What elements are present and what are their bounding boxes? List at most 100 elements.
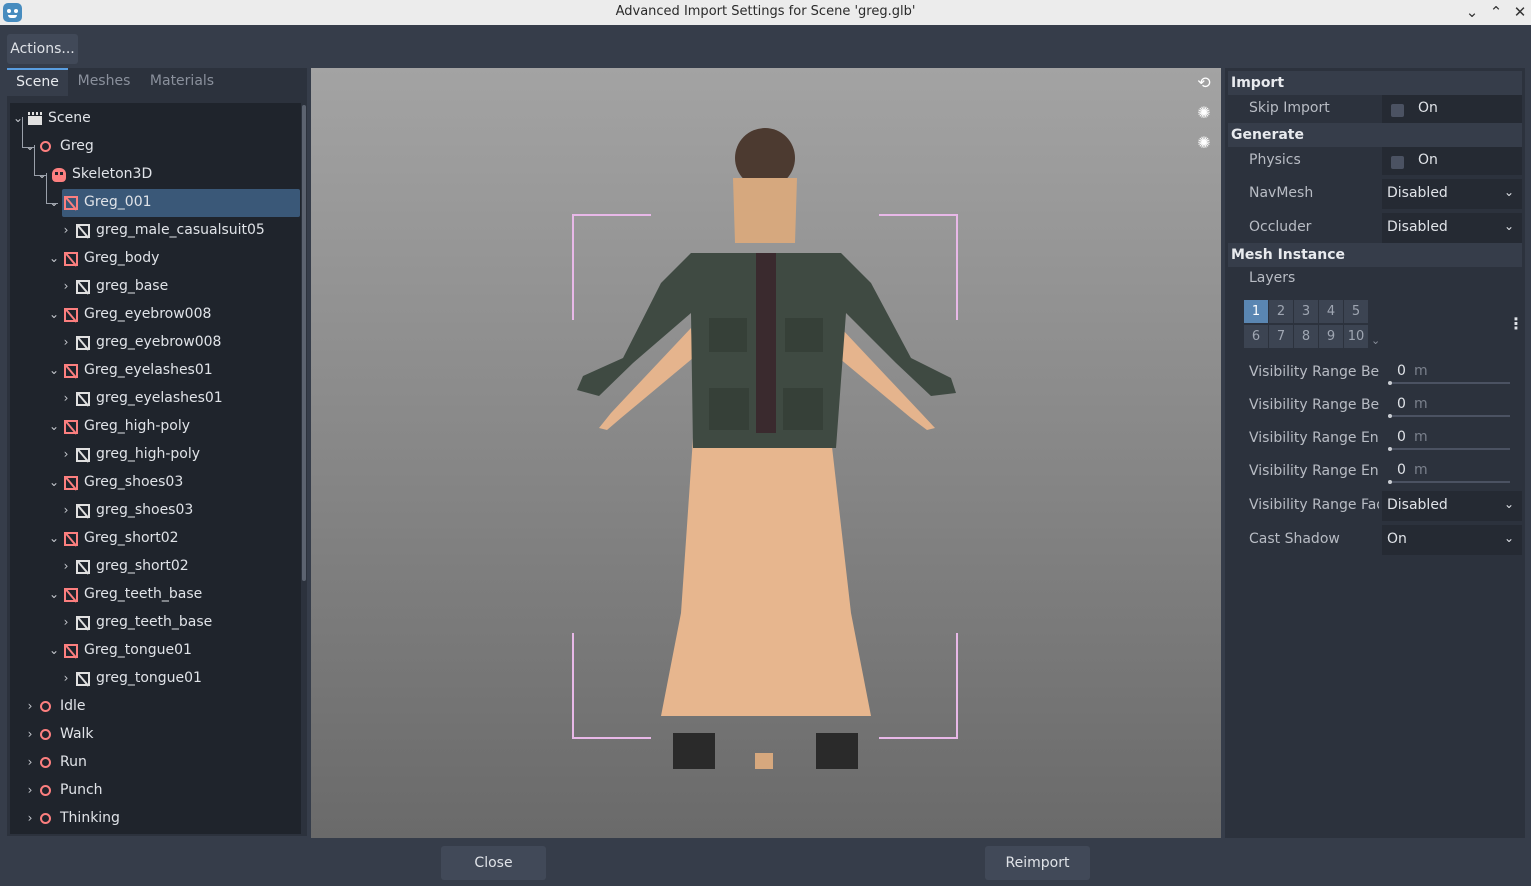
tree-item[interactable]: › Idle xyxy=(10,693,301,721)
visibility-range-fade-dropdown[interactable]: Disabled ⌄ xyxy=(1382,491,1522,521)
chevron-right-icon[interactable]: › xyxy=(60,278,72,294)
tab-scene[interactable]: Scene xyxy=(7,68,68,96)
tree-item[interactable]: › greg_high-poly xyxy=(10,441,301,469)
close-button[interactable]: Close xyxy=(441,846,546,880)
layer-toggle[interactable]: 5 xyxy=(1344,300,1368,323)
cast-shadow-dropdown[interactable]: On ⌄ xyxy=(1382,525,1522,555)
section-generate[interactable]: Generate xyxy=(1228,123,1522,147)
tree-item[interactable]: ⌄ Greg_short02 xyxy=(10,525,301,553)
chevron-right-icon[interactable]: › xyxy=(60,390,72,406)
skeleton-icon xyxy=(52,168,66,182)
tree-scrollbar[interactable] xyxy=(302,105,306,581)
layer-toggle[interactable]: 3 xyxy=(1294,300,1318,323)
occluder-dropdown[interactable]: Disabled ⌄ xyxy=(1382,213,1522,243)
skip-import-checkbox[interactable]: On xyxy=(1382,95,1522,123)
chevron-right-icon[interactable]: › xyxy=(60,446,72,462)
tree-item[interactable]: › Thinking xyxy=(10,805,301,833)
tree-item[interactable]: › Walk xyxy=(10,721,301,749)
chevron-down-icon[interactable]: ⌄ xyxy=(48,306,60,322)
tree-item[interactable]: › greg_male_casualsuit05 xyxy=(10,217,301,245)
checkbox-icon xyxy=(1391,104,1404,117)
tab-meshes[interactable]: Meshes xyxy=(68,68,140,96)
tree-item[interactable]: › Punch xyxy=(10,777,301,805)
chevron-down-icon[interactable]: ⌄ xyxy=(48,474,60,490)
tree-item-label: greg_teeth_base xyxy=(96,614,213,630)
chevron-down-icon[interactable]: ⌄ xyxy=(48,194,60,210)
chevron-right-icon[interactable]: › xyxy=(60,614,72,630)
minimize-button[interactable]: ⌄ xyxy=(1461,2,1483,22)
layer-toggle[interactable]: 4 xyxy=(1319,300,1343,323)
tree-item[interactable]: ⌄ Greg_high-poly xyxy=(10,413,301,441)
layer-toggle[interactable]: 6 xyxy=(1244,325,1268,348)
visibility-range-begin-field[interactable]: 0 m xyxy=(1382,358,1522,388)
layer-toggle[interactable]: 1 xyxy=(1244,300,1268,323)
layer-toggle[interactable]: 8 xyxy=(1294,325,1318,348)
chevron-right-icon[interactable]: › xyxy=(60,502,72,518)
actions-button[interactable]: Actions... xyxy=(7,34,78,64)
chevron-right-icon[interactable]: › xyxy=(24,754,36,770)
tree-item[interactable]: ⌄ Greg_teeth_base xyxy=(10,581,301,609)
layer-toggle[interactable]: 10 xyxy=(1344,325,1368,348)
tree-item[interactable]: › greg_eyelashes01 xyxy=(10,385,301,413)
tree-item-label: Punch xyxy=(60,782,103,798)
layer-toggle[interactable]: 2 xyxy=(1269,300,1293,323)
physics-checkbox[interactable]: On xyxy=(1382,147,1522,175)
chevron-down-icon[interactable]: ⌄ xyxy=(48,418,60,434)
tree-item[interactable]: › greg_eyebrow008 xyxy=(10,329,301,357)
chevron-right-icon[interactable]: › xyxy=(24,810,36,826)
chevron-down-icon[interactable]: ⌄ xyxy=(48,642,60,658)
slider-grabber[interactable] xyxy=(1388,480,1392,484)
layer-toggle[interactable]: 7 xyxy=(1269,325,1293,348)
more-options-icon[interactable]: ⋮ xyxy=(1508,314,1524,333)
layer-grid[interactable]: 1 2 3 4 5 6 7 8 9 10 xyxy=(1244,300,1370,350)
chevron-down-icon[interactable]: ⌄ xyxy=(48,362,60,378)
3d-viewport[interactable]: ⟲ ✺ ✺ xyxy=(311,68,1221,838)
chevron-down-icon[interactable]: ⌄ xyxy=(48,250,60,266)
tree-item[interactable]: › greg_teeth_base xyxy=(10,609,301,637)
chevron-right-icon[interactable]: › xyxy=(60,558,72,574)
mesh-instance-icon xyxy=(64,476,78,490)
visibility-range-begin-margin-field[interactable]: 0 m xyxy=(1382,391,1522,421)
section-mesh-instance[interactable]: Mesh Instance xyxy=(1228,243,1522,267)
slider-grabber[interactable] xyxy=(1388,447,1392,451)
node3d-icon xyxy=(40,701,51,712)
slider-grabber[interactable] xyxy=(1388,381,1392,385)
navmesh-dropdown[interactable]: Disabled ⌄ xyxy=(1382,179,1522,209)
chevron-right-icon[interactable]: › xyxy=(60,222,72,238)
tree-item-label: Greg_short02 xyxy=(84,530,179,546)
tab-materials[interactable]: Materials xyxy=(140,68,224,96)
chevron-down-icon[interactable]: ⌄ xyxy=(48,586,60,602)
tree-item[interactable]: › greg_short02 xyxy=(10,553,301,581)
visibility-range-end-margin-field[interactable]: 0 m xyxy=(1382,457,1522,487)
tree-guide-line xyxy=(22,147,34,148)
close-window-button[interactable]: ✕ xyxy=(1509,2,1531,22)
tree-item[interactable]: › greg_shoes03 xyxy=(10,497,301,525)
layers-expand-icon[interactable]: ⌄ xyxy=(1371,334,1380,347)
tree-item[interactable]: ⌄ Skeleton3D xyxy=(10,161,301,189)
layer-toggle[interactable]: 9 xyxy=(1319,325,1343,348)
chevron-down-icon[interactable]: ⌄ xyxy=(48,530,60,546)
reimport-button[interactable]: Reimport xyxy=(985,846,1090,880)
tree-item[interactable]: ⌄ Greg xyxy=(10,133,301,161)
tree-item[interactable]: ⌄ Greg_eyebrow008 xyxy=(10,301,301,329)
tree-item[interactable]: › greg_tongue01 xyxy=(10,665,301,693)
tree-item[interactable]: › greg_base xyxy=(10,273,301,301)
tree-item[interactable]: ⌄ Greg_body xyxy=(10,245,301,273)
chevron-right-icon[interactable]: › xyxy=(24,782,36,798)
chevron-right-icon[interactable]: › xyxy=(60,670,72,686)
chevron-right-icon[interactable]: › xyxy=(60,334,72,350)
tree-item[interactable]: › Run xyxy=(10,749,301,777)
tree-item[interactable]: ⌄ Scene xyxy=(10,105,301,133)
chevron-right-icon[interactable]: › xyxy=(24,726,36,742)
tree-item[interactable]: ⌄ Greg_tongue01 xyxy=(10,637,301,665)
tree-item[interactable]: ⌄ Greg_eyelashes01 xyxy=(10,357,301,385)
tree-item[interactable]: ⌄ Greg_shoes03 xyxy=(10,469,301,497)
visibility-range-end-field[interactable]: 0 m xyxy=(1382,424,1522,454)
mesh-icon xyxy=(76,280,90,294)
slider-grabber[interactable] xyxy=(1388,414,1392,418)
scene-tree[interactable]: ⌄ Scene ⌄ Greg ⌄ Skeleton3D ⌄ Greg_001 › greg_mal… xyxy=(10,103,301,834)
maximize-button[interactable]: ⌃ xyxy=(1485,2,1507,22)
section-import[interactable]: Import xyxy=(1228,71,1522,95)
chevron-right-icon[interactable]: › xyxy=(24,698,36,714)
title-bar: Advanced Import Settings for Scene 'greg… xyxy=(0,0,1531,25)
